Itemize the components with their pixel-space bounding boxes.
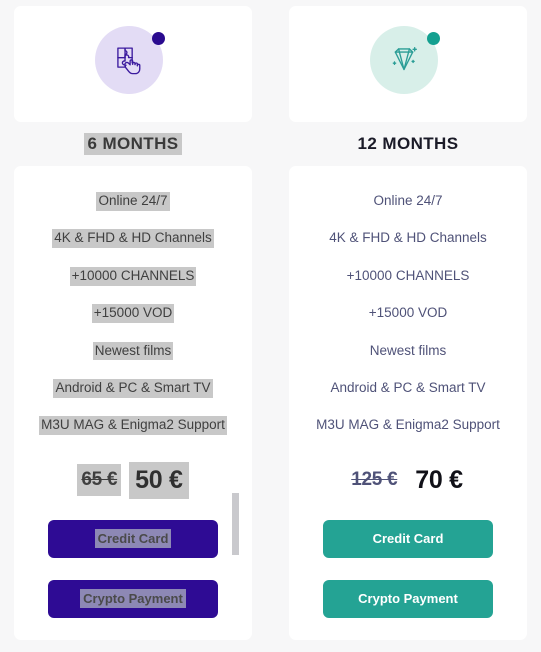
feature-list: Online 24/7 4K & FHD & HD Channels +1000… (18, 192, 248, 454)
feature-item: M3U MAG & Enigma2 Support (39, 416, 227, 436)
price-discounted: 50 € (129, 461, 189, 499)
crypto-payment-button-label: Crypto Payment (80, 588, 186, 608)
feature-item: Android & PC & Smart TV (53, 378, 213, 398)
price-original: 65 € (77, 464, 122, 497)
credit-card-button[interactable]: Credit Card (323, 519, 493, 558)
plan-body-panel: Online 24/7 4K & FHD & HD Channels +1000… (14, 166, 252, 640)
plan-body-panel: Online 24/7 4K & FHD & HD Channels +1000… (289, 166, 527, 640)
credit-card-button[interactable]: Credit Card (48, 519, 218, 558)
plan-icon-panel (14, 6, 252, 122)
feature-item: +10000 CHANNELS (346, 267, 470, 283)
feature-item: Android & PC & Smart TV (330, 379, 486, 395)
icon-accent-dot (152, 32, 165, 45)
feature-item: +15000 VOD (368, 305, 448, 321)
feature-item: M3U MAG & Enigma2 Support (316, 417, 500, 433)
plan-card-6-months[interactable]: 6 MONTHS Online 24/7 4K & FHD & HD Chann… (14, 6, 252, 640)
feature-item: Online 24/7 (96, 192, 170, 211)
feature-item: Newest films (369, 342, 447, 358)
plan-title: 12 MONTHS (357, 133, 459, 153)
feature-item: 4K & FHD & HD Channels (52, 229, 214, 249)
plan-icon-panel (289, 6, 527, 122)
credit-card-button-label: Credit Card (372, 530, 444, 546)
price-discounted: 70 € (415, 465, 463, 494)
pricing-plans-container: 6 MONTHS Online 24/7 4K & FHD & HD Chann… (0, 0, 541, 652)
plan-title: 6 MONTHS (84, 132, 182, 156)
plan-title-band: 6 MONTHS (14, 122, 252, 166)
icon-accent-dot (427, 32, 440, 45)
diamond-icon (392, 47, 417, 71)
vertical-scrollbar-thumb[interactable] (232, 493, 239, 555)
puzzle-hand-icon (117, 47, 141, 75)
plan-icon-badge (95, 26, 171, 102)
feature-item: 4K & FHD & HD Channels (329, 230, 487, 246)
plan-icon-badge (370, 26, 446, 102)
price-row: 65 € 50 € (77, 461, 189, 499)
price-row: 125 € 70 € (347, 462, 469, 499)
feature-item: +15000 VOD (91, 304, 175, 323)
plan-title-band: 12 MONTHS (289, 122, 527, 166)
feature-item: Newest films (92, 341, 174, 361)
feature-item: Online 24/7 (373, 193, 443, 208)
credit-card-button-label: Credit Card (94, 528, 172, 548)
crypto-payment-button-label: Crypto Payment (358, 590, 458, 606)
price-original: 125 € (351, 469, 398, 491)
feature-item: +10000 CHANNELS (69, 266, 197, 286)
crypto-payment-button[interactable]: Crypto Payment (323, 579, 493, 618)
feature-list: Online 24/7 4K & FHD & HD Channels +1000… (293, 192, 523, 454)
crypto-payment-button[interactable]: Crypto Payment (48, 579, 218, 618)
plan-card-12-months[interactable]: 12 MONTHS Online 24/7 4K & FHD & HD Chan… (289, 6, 527, 640)
